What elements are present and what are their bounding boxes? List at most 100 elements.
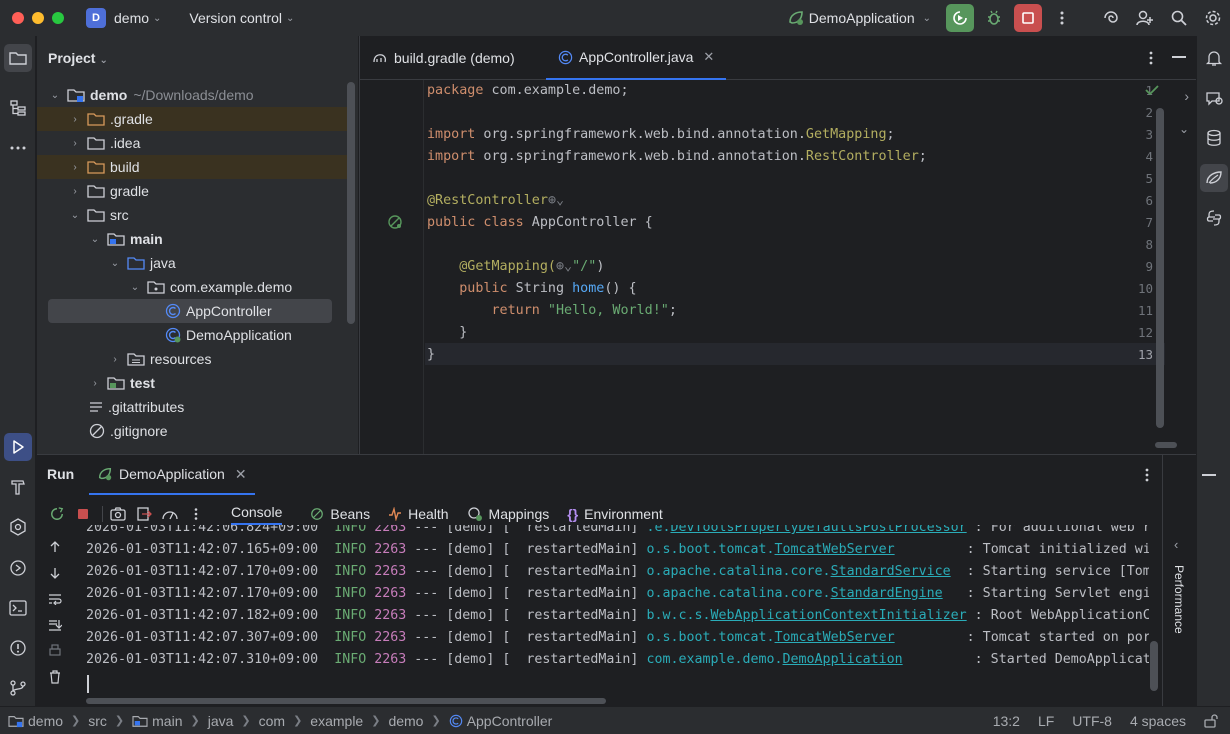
file-encoding[interactable]: UTF-8 <box>1072 713 1112 729</box>
code-line-12[interactable]: } <box>427 322 467 344</box>
code-line-10[interactable]: public String home() { <box>427 278 636 300</box>
ai-chat-button[interactable] <box>1200 84 1228 112</box>
line-separator[interactable]: LF <box>1038 713 1054 729</box>
tree-item-java[interactable]: ⌄ java <box>37 251 347 275</box>
indent-setting[interactable]: 4 spaces <box>1130 713 1186 729</box>
collapsed-arrow-icon[interactable]: › <box>69 162 81 173</box>
chevron-down-icon[interactable]: ⌄ <box>1179 122 1189 136</box>
tree-item-gradle-cache[interactable]: › .gradle <box>37 107 347 131</box>
dump-threads-button[interactable] <box>107 503 129 525</box>
subtab-health[interactable]: Health <box>388 506 449 522</box>
expand-arrow-icon[interactable]: ⌄ <box>69 210 81 221</box>
database-button[interactable] <box>1200 124 1228 152</box>
build-tool-button[interactable] <box>4 473 32 501</box>
notifications-button[interactable] <box>1200 44 1228 72</box>
chevron-right-icon[interactable]: › <box>1184 88 1189 104</box>
code-line-1[interactable]: package com.example.demo; <box>427 80 629 102</box>
collapsed-arrow-icon[interactable]: › <box>69 138 81 149</box>
subtab-mappings[interactable]: Mappings <box>467 506 549 522</box>
debug-button[interactable] <box>980 4 1008 32</box>
rerun-button[interactable] <box>46 503 68 525</box>
subtab-console[interactable]: Console <box>231 504 283 525</box>
expand-arrow-icon[interactable]: ⌄ <box>129 282 141 293</box>
console-vscrollbar[interactable] <box>1150 641 1158 691</box>
tree-item-demo[interactable]: ⌄ demo ~/Downloads/demo <box>37 83 347 107</box>
terminal-tool-button[interactable] <box>4 594 32 622</box>
tab-build-gradle[interactable]: build.gradle (demo) <box>360 36 527 80</box>
ai-assistant-button[interactable] <box>1097 4 1125 32</box>
tree-item-gitignore[interactable]: .gitignore <box>37 419 347 443</box>
project-name[interactable]: demo <box>114 10 149 26</box>
readonly-toggle[interactable] <box>1204 714 1218 728</box>
maximize-window-button[interactable] <box>52 12 64 24</box>
tree-item-test[interactable]: › test <box>37 371 347 395</box>
breadcrumb-item[interactable]: main <box>152 713 182 729</box>
spring-button[interactable] <box>1200 164 1228 192</box>
run-configuration-selector[interactable]: DemoApplication ⌄ <box>787 9 931 27</box>
minimize-window-button[interactable] <box>32 12 44 24</box>
search-button[interactable] <box>1165 4 1193 32</box>
code-line-9[interactable]: @GetMapping(⊕⌄"/") <box>427 256 604 278</box>
structure-tool-button[interactable] <box>4 94 32 122</box>
project-badge[interactable]: D <box>86 8 106 28</box>
tree-item-resources[interactable]: › resources <box>37 347 347 371</box>
run-options-button[interactable] <box>1142 467 1152 486</box>
tree-item-gradle[interactable]: › gradle <box>37 179 347 203</box>
stop-button[interactable] <box>1014 4 1042 32</box>
breadcrumb-item[interactable]: AppController <box>467 713 553 729</box>
close-window-button[interactable] <box>12 12 24 24</box>
rerun-button[interactable] <box>946 4 974 32</box>
tab-options-button[interactable] <box>1146 50 1156 69</box>
endpoints-tool-button[interactable] <box>4 554 32 582</box>
tree-item-package[interactable]: ⌄ com.example.demo <box>37 275 347 299</box>
chevron-left-icon[interactable]: ‹ <box>1174 537 1178 552</box>
run-tab-demoapplication[interactable]: DemoApplication ✕ <box>89 455 255 495</box>
settings-button[interactable] <box>1199 4 1227 32</box>
tree-item-appcontroller[interactable]: AppController <box>48 299 332 323</box>
project-panel-title[interactable]: Project ⌄ <box>48 50 108 66</box>
collapsed-arrow-icon[interactable]: › <box>69 186 81 197</box>
breadcrumb-item[interactable]: demo <box>388 713 423 729</box>
code-line-6[interactable]: @RestController⊕⌄ <box>427 190 564 212</box>
tree-item-src[interactable]: ⌄ src <box>37 203 347 227</box>
close-tab-icon[interactable]: ✕ <box>235 466 247 483</box>
caret-position[interactable]: 13:2 <box>993 713 1020 729</box>
expand-arrow-icon[interactable]: ⌄ <box>109 258 121 269</box>
tree-item-main[interactable]: ⌄ main <box>37 227 347 251</box>
collapsed-arrow-icon[interactable]: › <box>69 114 81 125</box>
exit-button[interactable] <box>133 503 155 525</box>
tree-item-demoapplication[interactable]: DemoApplication <box>37 323 347 347</box>
code-line-4[interactable]: import org.springframework.web.bind.anno… <box>427 146 927 168</box>
chevron-down-icon[interactable]: ⌄ <box>286 13 294 24</box>
checkmark-icon[interactable] <box>1145 84 1159 99</box>
git-tool-button[interactable] <box>4 674 32 702</box>
collapsed-arrow-icon[interactable]: › <box>109 354 121 365</box>
performance-side-panel[interactable]: ‹ Performance <box>1162 455 1196 707</box>
run-tool-button[interactable] <box>4 433 32 461</box>
profiler-button[interactable] <box>159 503 181 525</box>
breadcrumb-item[interactable]: com <box>259 713 285 729</box>
expand-arrow-icon[interactable]: ⌄ <box>49 90 61 101</box>
more-actions-button[interactable] <box>1048 4 1076 32</box>
subtab-environment[interactable]: {} Environment <box>567 506 663 522</box>
editor-scrollbar[interactable] <box>1156 108 1164 428</box>
breadcrumb-item[interactable]: example <box>310 713 363 729</box>
spring-bean-gutter-icon[interactable] <box>387 214 403 233</box>
console-hscrollbar[interactable] <box>86 698 606 704</box>
problems-tool-button[interactable] <box>4 634 32 662</box>
tree-item-build[interactable]: › build <box>37 155 347 179</box>
chevron-down-icon[interactable]: ⌄ <box>153 13 161 24</box>
services-tool-button[interactable] <box>4 513 32 541</box>
breadcrumb-item[interactable]: demo <box>28 713 63 729</box>
stop-button[interactable] <box>72 503 94 525</box>
code-line-13[interactable]: } <box>427 344 435 366</box>
vcs-menu[interactable]: Version control <box>189 10 282 26</box>
breadcrumb-item[interactable]: java <box>208 713 234 729</box>
minimize-icon[interactable] <box>1172 56 1186 58</box>
editor-hscrollbar[interactable] <box>1155 442 1177 448</box>
code-line-3[interactable]: import org.springframework.web.bind.anno… <box>427 124 895 146</box>
add-user-button[interactable] <box>1131 4 1159 32</box>
tab-appcontroller[interactable]: AppController.java ✕ <box>546 36 727 80</box>
python-console-button[interactable] <box>1200 204 1228 232</box>
close-tab-icon[interactable]: ✕ <box>703 49 714 65</box>
